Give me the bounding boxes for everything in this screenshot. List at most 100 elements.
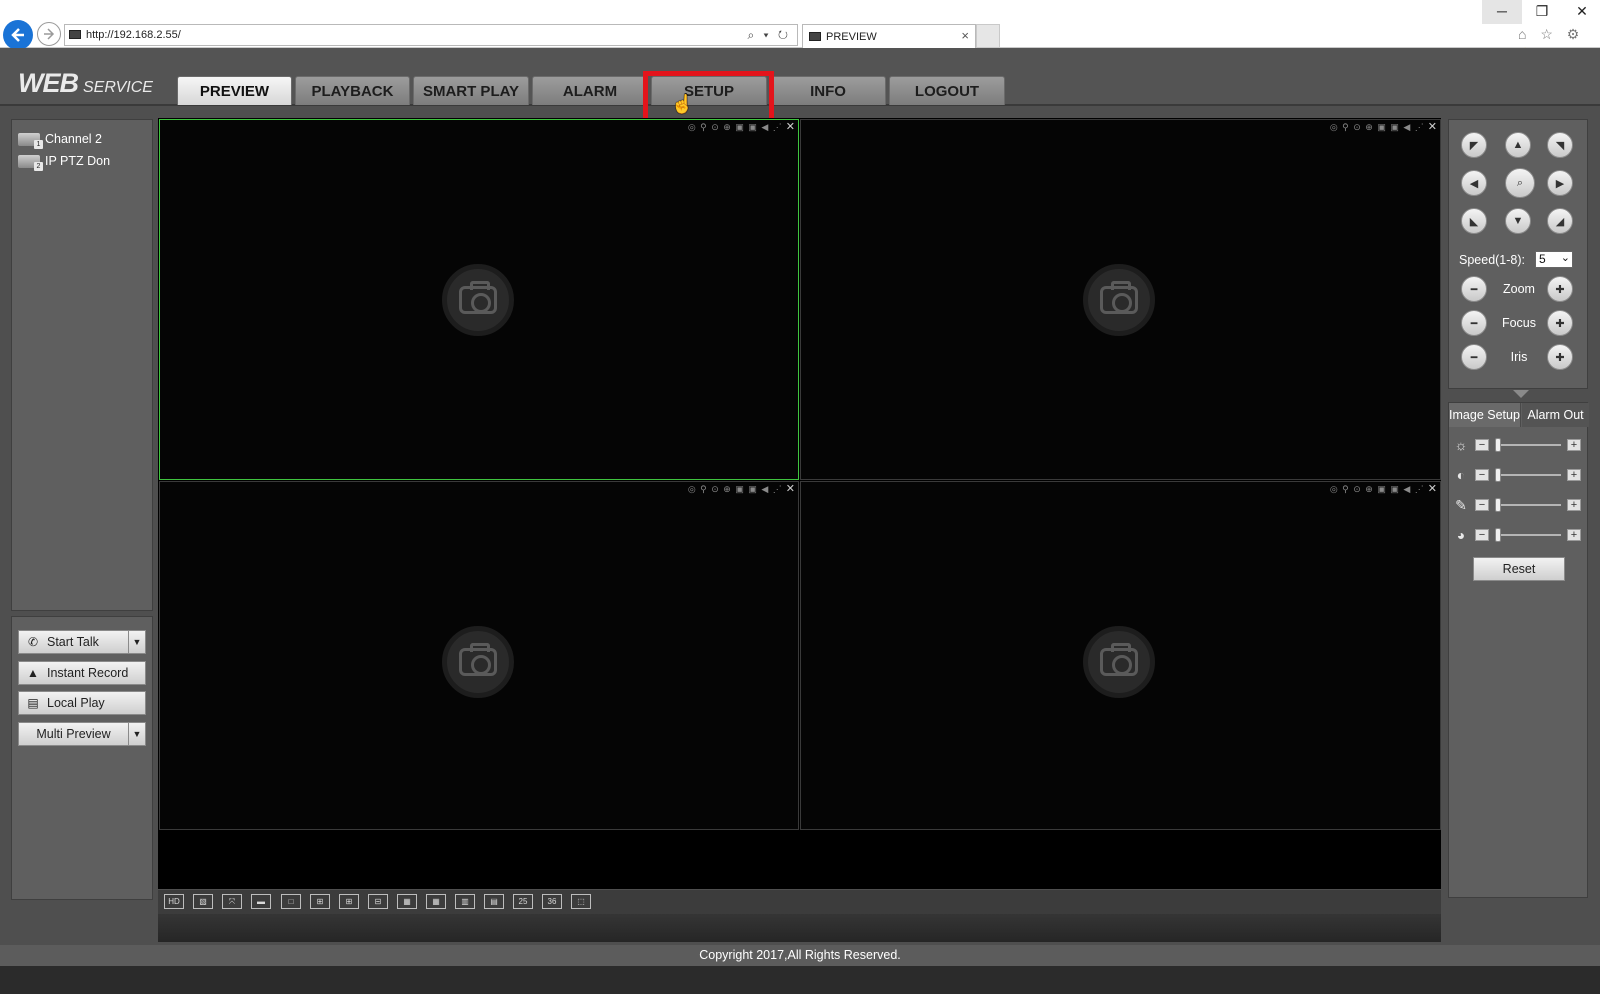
chevron-down-icon[interactable]: ▼ [128,723,145,745]
ptz-up-right-button[interactable]: ◥ [1547,132,1573,158]
zoom-in-button[interactable]: ✚ [1547,276,1573,302]
home-star-gear-icons[interactable]: ⌂ ☆ ⚙ [1518,26,1584,42]
collapse-arrow-icon[interactable] [1513,390,1529,398]
layout-20-button[interactable]: ▤ [484,894,504,909]
back-button[interactable] [3,20,33,50]
close-icon[interactable]: ✕ [786,121,796,133]
tab-image-setup[interactable]: Image Setup [1449,403,1521,427]
hue-slider[interactable] [1495,528,1561,542]
cell-tool-icons[interactable]: ◎ ⚲ ⊙ ⊕ ▣ ▣ ◀ ⋰ [1330,484,1425,494]
tab-alarm-out[interactable]: Alarm Out [1522,403,1589,427]
contrast-decrease-button[interactable]: − [1475,469,1489,481]
close-window-button[interactable]: ✕ [1562,0,1600,24]
reset-button[interactable]: Reset [1473,557,1565,581]
tab-close-icon[interactable]: × [961,25,969,47]
ptz-up-left-button[interactable]: ◤ [1461,132,1487,158]
ptz-down-button[interactable]: ▼ [1505,208,1531,234]
slider-thumb[interactable] [1495,438,1501,452]
layout-9-button[interactable]: ▦ [397,894,417,909]
tab-info[interactable]: INFO [770,76,886,105]
layout-13-button[interactable]: ▦ [426,894,446,909]
multi-preview-button[interactable]: Multi Preview ▼ [18,722,146,746]
focus-far-button[interactable]: ✚ [1547,310,1573,336]
slider-thumb[interactable] [1495,498,1501,512]
hue-increase-button[interactable]: + [1567,529,1581,541]
video-cell-4[interactable]: ◎ ⚲ ⊙ ⊕ ▣ ▣ ◀ ⋰ ✕ [800,481,1441,830]
ptz-up-button[interactable]: ▲ [1505,132,1531,158]
cell-toolbar[interactable]: ◎ ⚲ ⊙ ⊕ ▣ ▣ ◀ ⋰ ✕ [688,121,796,133]
close-icon[interactable]: ✕ [1428,483,1438,495]
video-cell-3[interactable]: ◎ ⚲ ⊙ ⊕ ▣ ▣ ◀ ⋰ ✕ [159,481,799,830]
chevron-down-icon[interactable]: ▼ [128,631,145,653]
restore-button[interactable]: ❐ [1522,0,1562,24]
ptz-right-button[interactable]: ▶ [1547,170,1573,196]
tab-logout[interactable]: LOGOUT [889,76,1005,105]
forward-button[interactable] [37,22,61,46]
plus-icon: ✚ [1555,283,1565,296]
layout-button-hd[interactable]: HD [164,894,184,909]
brightness-increase-button[interactable]: + [1567,439,1581,451]
hue-decrease-button[interactable]: − [1475,529,1489,541]
plus-icon: ✚ [1555,317,1565,330]
saturation-increase-button[interactable]: + [1567,499,1581,511]
iris-close-button[interactable]: ━ [1461,344,1487,370]
brightness-slider[interactable] [1495,438,1561,452]
browser-tab[interactable]: PREVIEW × [802,24,976,48]
ptz-3d-zoom-button[interactable]: ⌕ [1505,168,1535,198]
channel-item-2[interactable]: 2 IP PTZ Don [18,151,110,171]
layout-8-button[interactable]: ⊟ [368,894,388,909]
close-icon[interactable]: ✕ [786,483,796,495]
video-cell-2[interactable]: ◎ ⚲ ⊙ ⊕ ▣ ▣ ◀ ⋰ ✕ [800,119,1441,480]
cell-toolbar[interactable]: ◎ ⚲ ⊙ ⊕ ▣ ▣ ◀ ⋰ ✕ [688,483,796,495]
contrast-increase-button[interactable]: + [1567,469,1581,481]
new-tab-button[interactable] [976,24,1000,48]
ptz-down-right-button[interactable]: ◢ [1547,208,1573,234]
address-tools-icons[interactable]: ⌕ ▾ ↻ [747,25,791,45]
tab-playback[interactable]: PLAYBACK [295,76,410,105]
iris-open-button[interactable]: ✚ [1547,344,1573,370]
tab-preview[interactable]: PREVIEW [177,76,292,105]
minimize-button[interactable]: ─ [1482,0,1522,24]
contrast-slider[interactable] [1495,468,1561,482]
local-play-button[interactable]: ▤ Local Play [18,691,146,715]
fullscreen-button[interactable]: ⤧ [222,894,242,909]
zoom-out-button[interactable]: ━ [1461,276,1487,302]
focus-near-button[interactable]: ━ [1461,310,1487,336]
layout-button-4[interactable]: ▬ [251,894,271,909]
cell-toolbar[interactable]: ◎ ⚲ ⊙ ⊕ ▣ ▣ ◀ ⋰ ✕ [1330,121,1438,133]
video-cell-1[interactable]: ◎ ⚲ ⊙ ⊕ ▣ ▣ ◀ ⋰ ✕ [159,119,799,480]
brightness-decrease-button[interactable]: − [1475,439,1489,451]
layout-button-2[interactable]: ▧ [193,894,213,909]
instant-record-button[interactable]: ▲ Instant Record [18,661,146,685]
tab-smart-play[interactable]: SMART PLAY [413,76,529,105]
cell-tool-icons[interactable]: ◎ ⚲ ⊙ ⊕ ▣ ▣ ◀ ⋰ [688,484,783,494]
layout-25-button[interactable]: 25 [513,894,533,909]
layout-36-button[interactable]: 36 [542,894,562,909]
layout-4-button[interactable]: ⊞ [310,894,330,909]
app-header: WEB SERVICE PREVIEW PLAYBACK SMART PLAY A… [0,48,1600,126]
status-strip [158,914,1441,942]
close-icon[interactable]: ✕ [1428,121,1438,133]
layout-16-button[interactable]: ▥ [455,894,475,909]
arrow-down-right-icon: ◢ [1555,215,1565,228]
slider-thumb[interactable] [1495,528,1501,542]
saturation-decrease-button[interactable]: − [1475,499,1489,511]
layout-6-button[interactable]: ⊞ [339,894,359,909]
brightness-icon: ☼ [1454,437,1468,453]
cell-toolbar[interactable]: ◎ ⚲ ⊙ ⊕ ▣ ▣ ◀ ⋰ ✕ [1330,483,1438,495]
ptz-down-left-button[interactable]: ◣ [1461,208,1487,234]
slider-thumb[interactable] [1495,468,1501,482]
tab-alarm[interactable]: ALARM [532,76,648,105]
saturation-slider[interactable] [1495,498,1561,512]
cell-tool-icons[interactable]: ◎ ⚲ ⊙ ⊕ ▣ ▣ ◀ ⋰ [688,122,783,132]
address-bar[interactable]: http://192.168.2.55/ ⌕ ▾ ↻ [64,24,798,46]
ptz-left-button[interactable]: ◀ [1461,170,1487,196]
layout-1-button[interactable]: □ [281,894,301,909]
cell-tool-icons[interactable]: ◎ ⚲ ⊙ ⊕ ▣ ▣ ◀ ⋰ [1330,122,1425,132]
custom-layout-button[interactable]: ⬚ [571,894,591,909]
speed-select[interactable]: 5 ⌄ [1535,251,1573,268]
channel-item-1[interactable]: 1 Channel 2 [18,129,102,149]
magnifier-icon: ⌕ [1516,176,1524,189]
url-text[interactable]: http://192.168.2.55/ [86,25,181,45]
start-talk-button[interactable]: ✆ Start Talk ▼ [18,630,146,654]
